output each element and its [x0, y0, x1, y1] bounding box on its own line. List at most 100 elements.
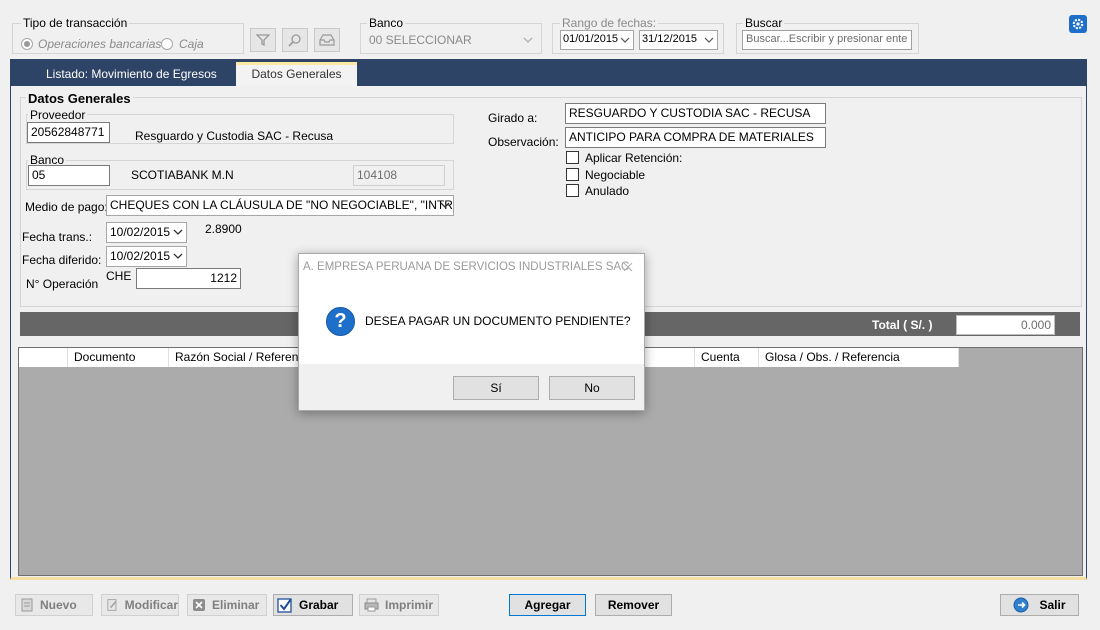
chevron-down-icon: [173, 229, 183, 235]
fecha-desde-value: 01/01/2015: [563, 33, 619, 45]
grid-col-documento[interactable]: Documento: [68, 348, 169, 367]
funnel-icon: [256, 34, 270, 47]
medio-pago-select[interactable]: CHEQUES CON LA CLÁUSULA DE "NO NEGOCIABL…: [106, 195, 454, 216]
dialog-message: DESEA PAGAR UN DOCUMENTO PENDIENTE?: [365, 314, 631, 328]
medio-pago-value: CHEQUES CON LA CLÁUSULA DE "NO NEGOCIABL…: [110, 198, 454, 212]
tab-listado-label: Listado: Movimiento de Egresos: [46, 67, 217, 81]
imprimir-button[interactable]: Imprimir: [359, 594, 439, 616]
total-label: Total ( S/. ): [872, 318, 933, 332]
magnifier-icon: [288, 34, 301, 47]
chevron-down-icon: [523, 37, 533, 43]
confirm-dialog: A. EMPRESA PERUANA DE SERVICIOS INDUSTRI…: [298, 253, 645, 411]
delete-icon: [193, 599, 205, 611]
edit-icon: [107, 599, 117, 611]
tab-datos-generales[interactable]: Datos Generales: [236, 62, 357, 86]
girado-value: RESGUARDO Y CUSTODIA SAC - RECUSA: [569, 106, 811, 120]
fecha-hasta-value: 31/12/2015: [642, 33, 698, 45]
salir-label: Salir: [1039, 598, 1066, 612]
retencion-label: Aplicar Retención:: [585, 151, 683, 165]
negociable-checkbox[interactable]: [566, 168, 579, 181]
chevron-down-icon: [440, 202, 450, 208]
buscar-legend: Buscar: [743, 16, 785, 30]
total-value: 0.000: [956, 315, 1055, 335]
modificar-label: Modificar: [124, 598, 178, 612]
tab-datos-generales-label: Datos Generales: [251, 67, 342, 81]
agregar-button[interactable]: Agregar: [509, 594, 586, 616]
nuevo-button[interactable]: Nuevo: [15, 594, 93, 616]
radio-operaciones-bancarias[interactable]: [21, 38, 33, 50]
inbox-icon: [319, 34, 335, 46]
question-icon: ?: [326, 307, 355, 336]
banco-code-value: 05: [32, 168, 46, 182]
settings-button[interactable]: [1069, 15, 1087, 33]
fecha-desde-picker[interactable]: 01/01/2015: [560, 30, 634, 50]
buscar-input[interactable]: Buscar...Escribir y presionar ente: [742, 30, 912, 50]
filter-button[interactable]: [250, 28, 276, 52]
dialog-yes-button[interactable]: Sí: [453, 376, 539, 400]
modificar-button[interactable]: Modificar: [101, 594, 179, 616]
buscar-input-placeholder: Buscar...Escribir y presionar ente: [746, 33, 908, 45]
medio-pago-label: Medio de pago:: [25, 200, 108, 214]
eliminar-button[interactable]: Eliminar: [187, 594, 267, 616]
operacion-prefix: CHE: [106, 269, 132, 283]
eliminar-label: Eliminar: [212, 598, 260, 612]
search-button[interactable]: [282, 28, 308, 52]
negociable-label: Negociable: [585, 168, 646, 182]
banco-name: SCOTIABANK M.N: [131, 168, 234, 182]
radio-caja-label: Caja: [179, 37, 204, 51]
banco-code-input[interactable]: 05: [28, 165, 110, 186]
proveedor-code-input[interactable]: 20562848771: [27, 122, 110, 143]
girado-input[interactable]: RESGUARDO Y CUSTODIA SAC - RECUSA: [565, 103, 826, 124]
fecha-diferido-picker[interactable]: 10/02/2015: [106, 246, 187, 267]
dialog-close-button[interactable]: [621, 260, 635, 274]
rango-fechas-legend: Rango de fechas:: [560, 16, 659, 30]
chevron-down-icon: [173, 253, 183, 259]
fecha-diferido-value: 10/02/2015: [110, 249, 171, 263]
operacion-input[interactable]: 1212: [136, 268, 241, 289]
fecha-trans-picker[interactable]: 10/02/2015: [106, 222, 187, 243]
grabar-button[interactable]: Grabar: [273, 594, 353, 616]
anulado-checkbox[interactable]: [566, 184, 579, 197]
tab-listado[interactable]: Listado: Movimiento de Egresos: [46, 67, 217, 81]
grid-col-glosa[interactable]: Glosa / Obs. / Referencia: [759, 348, 959, 367]
proveedor-legend: Proveedor: [28, 108, 88, 122]
new-document-icon: [21, 598, 33, 612]
dialog-title: A. EMPRESA PERUANA DE SERVICIOS INDUSTRI…: [303, 261, 630, 273]
tipo-transaccion-legend: Tipo de transacción: [21, 16, 130, 30]
remover-button[interactable]: Remover: [595, 594, 672, 616]
girado-label: Girado a:: [488, 111, 538, 125]
banco-select-value: 00 SELECCIONAR: [369, 33, 472, 47]
checkbox-save-icon: [277, 598, 292, 613]
grabar-label: Grabar: [299, 598, 339, 612]
close-icon: [623, 262, 633, 272]
radio-caja[interactable]: [161, 38, 173, 50]
dialog-no-button[interactable]: No: [549, 376, 635, 400]
salir-button[interactable]: Salir: [1000, 594, 1079, 616]
datos-generales-title: Datos Generales: [26, 91, 133, 106]
imprimir-label: Imprimir: [385, 598, 434, 612]
operacion-label: N° Operación: [26, 277, 99, 291]
observacion-input[interactable]: ANTICIPO PARA COMPRA DE MATERIALES: [565, 127, 826, 148]
printer-icon: [364, 598, 379, 612]
radio-operaciones-bancarias-label: Operaciones bancarias: [38, 37, 162, 51]
nuevo-label: Nuevo: [40, 598, 77, 612]
gear-icon: [1072, 18, 1084, 30]
tipo-cambio: 2.8900: [205, 222, 242, 236]
grid-col-cuenta[interactable]: Cuenta: [695, 348, 759, 367]
retencion-checkbox[interactable]: [566, 151, 579, 164]
banco-select[interactable]: 00 SELECCIONAR: [366, 31, 536, 52]
fecha-trans-value: 10/02/2015: [110, 225, 171, 239]
banco-filter-legend: Banco: [367, 16, 406, 30]
fecha-diferido-label: Fecha diferido:: [22, 253, 102, 267]
total-value-text: 0.000: [1020, 318, 1051, 332]
observacion-value: ANTICIPO PARA COMPRA DE MATERIALES: [569, 130, 814, 144]
observacion-label: Observación:: [488, 135, 559, 149]
chevron-down-icon: [704, 37, 714, 43]
inbox-button[interactable]: [314, 28, 340, 52]
chevron-down-icon: [620, 37, 630, 43]
proveedor-code-value: 20562848771: [31, 125, 105, 139]
proveedor-name: Resguardo y Custodia SAC - Recusa: [135, 129, 334, 143]
cuenta-value: 104108: [357, 168, 398, 182]
cuenta-input[interactable]: 104108: [353, 165, 445, 186]
fecha-hasta-picker[interactable]: 31/12/2015: [639, 30, 718, 50]
